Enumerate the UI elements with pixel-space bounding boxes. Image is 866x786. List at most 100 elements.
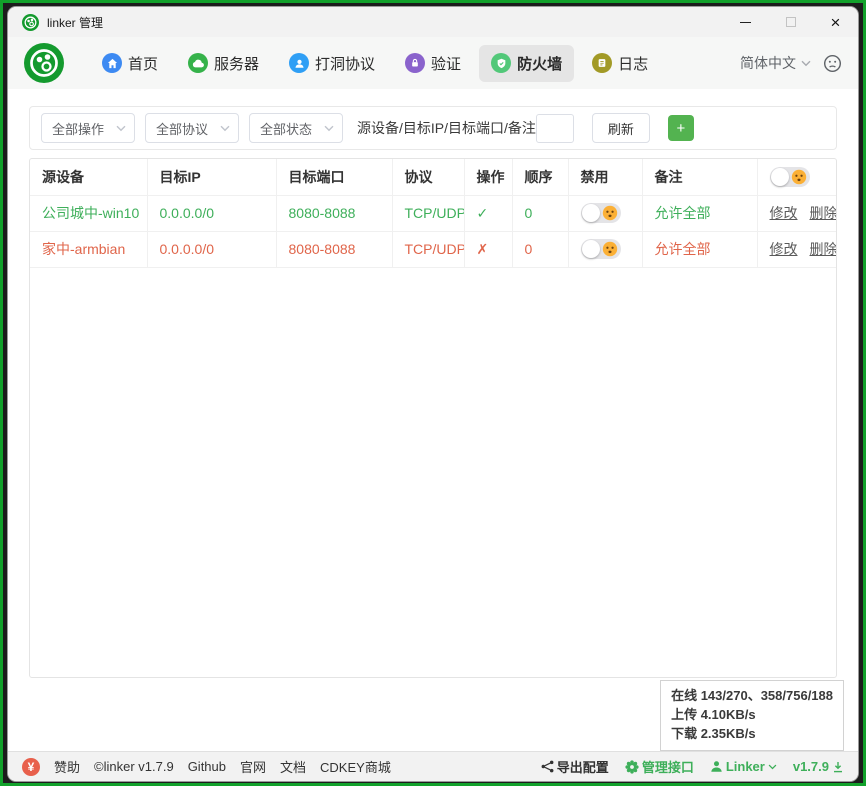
delete-link[interactable]: 删除 <box>810 241 837 257</box>
col-protocol: 协议 <box>392 159 464 195</box>
language-selector[interactable]: 简体中文 <box>740 53 811 73</box>
account-label: Linker <box>726 759 765 774</box>
version-update-button[interactable]: v1.7.9 <box>793 759 844 774</box>
close-icon: × <box>831 14 841 31</box>
modify-link[interactable]: 修改 <box>770 241 798 257</box>
col-source-device: 源设备 <box>30 159 147 195</box>
cell-order: 0 <box>512 195 568 231</box>
window-title: linker 管理 <box>47 14 103 31</box>
tab-label: 服务器 <box>214 53 259 74</box>
upload-stat: 上传 4.10KB/s <box>671 705 833 724</box>
download-stat: 下载 2.35KB/s <box>671 724 833 743</box>
cell-action: ✓ <box>464 195 512 231</box>
chevron-down-icon <box>801 60 811 67</box>
account-menu[interactable]: Linker <box>710 759 777 774</box>
tab-label: 打洞协议 <box>315 53 375 74</box>
manage-api-button[interactable]: 管理接口 <box>625 757 694 776</box>
protocol-filter-select[interactable]: 全部协议 <box>145 113 239 143</box>
maximize-button[interactable] <box>768 7 813 37</box>
disable-toggle[interactable] <box>581 203 621 223</box>
cloud-icon <box>188 53 208 73</box>
export-config-label: 导出配置 <box>557 757 609 776</box>
tab-servers[interactable]: 服务器 <box>176 45 271 82</box>
feedback-face-icon[interactable] <box>823 54 842 73</box>
refresh-button[interactable]: 刷新 <box>592 113 650 143</box>
col-order: 顺序 <box>512 159 568 195</box>
nav-tabs: 首页 服务器 打洞协议 验证 <box>90 45 660 82</box>
cell-action: ✗ <box>464 231 512 267</box>
cell-row-actions: 修改删除 <box>757 195 836 231</box>
col-action: 操作 <box>464 159 512 195</box>
cell-source: 公司城中-win10 <box>30 195 147 231</box>
global-disable-toggle[interactable] <box>770 167 810 187</box>
close-button[interactable]: × <box>813 7 858 37</box>
search-label: 源设备/目标IP/目标端口/备注 <box>357 118 536 138</box>
modify-link[interactable]: 修改 <box>770 205 798 221</box>
emoji-face-icon <box>602 241 618 257</box>
sponsor-link[interactable]: 赞助 <box>54 757 80 776</box>
operation-filter-select[interactable]: 全部操作 <box>41 113 135 143</box>
download-icon <box>832 761 844 773</box>
titlebar: linker 管理 × <box>8 7 858 37</box>
traffic-status-box: 在线 143/270、358/756/188 上传 4.10KB/s 下载 2.… <box>660 680 844 751</box>
tab-verify[interactable]: 验证 <box>393 45 473 82</box>
tab-label: 验证 <box>431 53 461 74</box>
cell-target-ip: 0.0.0.0/0 <box>147 231 276 267</box>
manage-api-label: 管理接口 <box>642 757 694 776</box>
nav-right: 简体中文 <box>740 53 842 73</box>
github-link[interactable]: Github <box>188 759 226 774</box>
firewall-table-panel: 源设备 目标IP 目标端口 协议 操作 顺序 禁用 备注 <box>29 158 837 678</box>
website-link[interactable]: 官网 <box>240 757 266 776</box>
maximize-icon <box>786 17 796 27</box>
footer: ¥ 赞助 ©linker v1.7.9 Github 官网 文档 CDKEY商城… <box>8 751 858 781</box>
disable-toggle[interactable] <box>581 239 621 259</box>
status-filter-value: 全部状态 <box>260 119 312 138</box>
sponsor-yen-icon[interactable]: ¥ <box>22 758 40 776</box>
chevron-down-icon <box>116 125 126 132</box>
home-icon <box>102 53 122 73</box>
cell-protocol: TCP/UDP <box>392 195 464 231</box>
cell-note: 允许全部 <box>642 195 757 231</box>
toggle-knob <box>582 240 600 258</box>
protocol-filter-value: 全部协议 <box>156 119 208 138</box>
toggle-knob <box>582 204 600 222</box>
tab-home[interactable]: 首页 <box>90 45 170 82</box>
cell-source: 家中-armbian <box>30 231 147 267</box>
brand-logo-icon[interactable] <box>24 43 64 83</box>
minimize-button[interactable] <box>723 7 768 37</box>
search-group: 源设备/目标IP/目标端口/备注 <box>357 114 574 143</box>
status-filter-select[interactable]: 全部状态 <box>249 113 343 143</box>
chevron-down-icon <box>220 125 230 132</box>
filter-panel: 全部操作 全部协议 全部状态 源设备/目标IP/目标端口/备注 刷新 + <box>29 106 837 150</box>
cdkey-store-link[interactable]: CDKEY商城 <box>320 757 391 776</box>
emoji-face-icon <box>791 169 807 185</box>
chevron-down-icon <box>768 764 777 770</box>
tab-logs[interactable]: 日志 <box>580 45 660 82</box>
footer-left: ¥ 赞助 ©linker v1.7.9 Github 官网 文档 CDKEY商城 <box>22 757 391 776</box>
chevron-down-icon <box>324 125 334 132</box>
tab-firewall[interactable]: 防火墙 <box>479 45 574 82</box>
window-controls: × <box>723 7 858 37</box>
table-row: 家中-armbian 0.0.0.0/0 8080-8088 TCP/UDP ✗… <box>30 231 836 267</box>
app-logo-icon <box>22 14 39 31</box>
delete-link[interactable]: 删除 <box>810 205 837 221</box>
emoji-face-icon <box>602 205 618 221</box>
headset-icon <box>289 53 309 73</box>
table-header-row: 源设备 目标IP 目标端口 协议 操作 顺序 禁用 备注 <box>30 159 836 195</box>
firewall-table: 源设备 目标IP 目标端口 协议 操作 顺序 禁用 备注 <box>30 159 836 268</box>
cell-row-actions: 修改删除 <box>757 231 836 267</box>
search-input[interactable] <box>536 114 574 143</box>
cell-disabled <box>568 231 642 267</box>
cell-protocol: TCP/UDP <box>392 231 464 267</box>
toggle-knob <box>771 168 789 186</box>
col-disabled: 禁用 <box>568 159 642 195</box>
col-note: 备注 <box>642 159 757 195</box>
docs-link[interactable]: 文档 <box>280 757 306 776</box>
tab-tunnel[interactable]: 打洞协议 <box>277 45 387 82</box>
cell-order: 0 <box>512 231 568 267</box>
cell-note: 允许全部 <box>642 231 757 267</box>
col-target-port: 目标端口 <box>276 159 392 195</box>
copyright-text: ©linker v1.7.9 <box>94 759 174 774</box>
add-rule-button[interactable]: + <box>668 115 694 141</box>
export-config-button[interactable]: 导出配置 <box>541 757 609 776</box>
